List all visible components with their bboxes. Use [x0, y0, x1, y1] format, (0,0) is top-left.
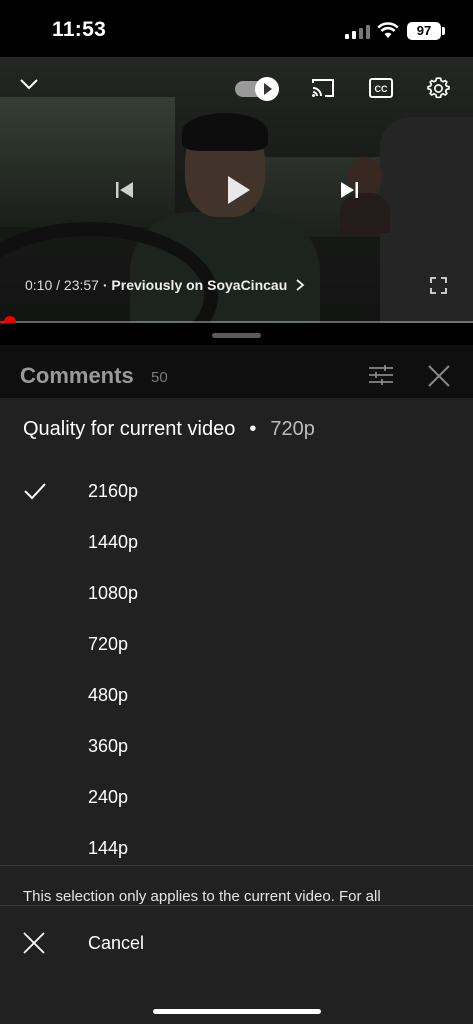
- comments-header: Comments 50: [0, 345, 473, 399]
- filter-icon[interactable]: [368, 364, 394, 386]
- quality-option-label: 720p: [88, 634, 129, 654]
- playback-time[interactable]: 0:10 / 23:57 · Previously on SoyaCincau: [25, 277, 305, 293]
- cancel-label: Cancel: [88, 933, 145, 953]
- cast-icon[interactable]: [310, 77, 336, 99]
- comments-title: Comments: [20, 363, 134, 388]
- quality-option-label: 480p: [88, 685, 129, 705]
- title-separator-dot: •: [249, 418, 257, 440]
- duration: 23:57: [63, 277, 99, 293]
- quality-option-1080p[interactable]: 1080p: [0, 571, 473, 622]
- current-time: 0:10: [25, 277, 53, 293]
- quality-option-label: 2160p: [88, 481, 139, 501]
- quality-title-text: Quality for current video: [23, 418, 236, 440]
- quality-option-label: 1440p: [88, 532, 139, 552]
- status-time: 11:53: [52, 18, 107, 41]
- progress-track[interactable]: [0, 321, 473, 323]
- play-icon[interactable]: [226, 174, 252, 206]
- battery-tip: [442, 27, 445, 35]
- progress-scrubber[interactable]: [4, 316, 16, 323]
- quality-panel: Quality for current video • 720p 2160p 144…: [0, 398, 473, 1024]
- sheet-drag-handle[interactable]: [212, 333, 261, 338]
- cancel-button[interactable]: Cancel: [0, 918, 473, 968]
- quality-option-480p[interactable]: 480p: [0, 673, 473, 724]
- settings-gear-icon[interactable]: [426, 76, 451, 101]
- quality-option-720p[interactable]: 720p: [0, 622, 473, 673]
- quality-option-label: 360p: [88, 736, 129, 756]
- wifi-icon: [377, 22, 399, 38]
- chapter-link[interactable]: · Previously on SoyaCincau: [103, 277, 287, 293]
- previous-icon[interactable]: [114, 180, 136, 200]
- home-indicator[interactable]: [153, 1009, 321, 1014]
- fullscreen-icon[interactable]: [430, 277, 447, 294]
- divider: [0, 865, 473, 866]
- next-icon[interactable]: [338, 180, 360, 200]
- battery-indicator: 97: [407, 22, 441, 40]
- check-icon: [24, 483, 46, 500]
- captions-icon[interactable]: CC: [369, 78, 393, 98]
- progress-fill: [0, 321, 4, 323]
- svg-text:CC: CC: [375, 84, 388, 94]
- cellular-signal-icon: [345, 25, 370, 39]
- quality-option-1440p[interactable]: 1440p: [0, 520, 473, 571]
- quality-option-2160p[interactable]: 2160p: [0, 469, 473, 520]
- quality-panel-title: Quality for current video • 720p: [23, 418, 315, 441]
- quality-option-label: 1080p: [88, 583, 139, 603]
- status-bar: 11:53 97: [0, 0, 473, 60]
- close-icon[interactable]: [428, 365, 450, 387]
- current-quality: 720p: [270, 418, 315, 440]
- quality-option-label: 144p: [88, 838, 129, 858]
- quality-option-240p[interactable]: 240p: [0, 775, 473, 826]
- video-player[interactable]: CC 0:10 / 23:57 · Previously on SoyaCinc…: [0, 57, 473, 323]
- autoplay-toggle-icon[interactable]: [235, 77, 280, 101]
- close-icon: [23, 932, 45, 954]
- comments-count: 50: [151, 369, 168, 386]
- chevron-right-icon: [296, 279, 305, 291]
- quality-option-360p[interactable]: 360p: [0, 724, 473, 775]
- quality-note: This selection only applies to the curre…: [23, 888, 381, 905]
- chevron-down-icon[interactable]: [19, 77, 39, 91]
- divider: [0, 905, 473, 906]
- quality-option-label: 240p: [88, 787, 129, 807]
- quality-option-144p[interactable]: 144p: [0, 826, 473, 877]
